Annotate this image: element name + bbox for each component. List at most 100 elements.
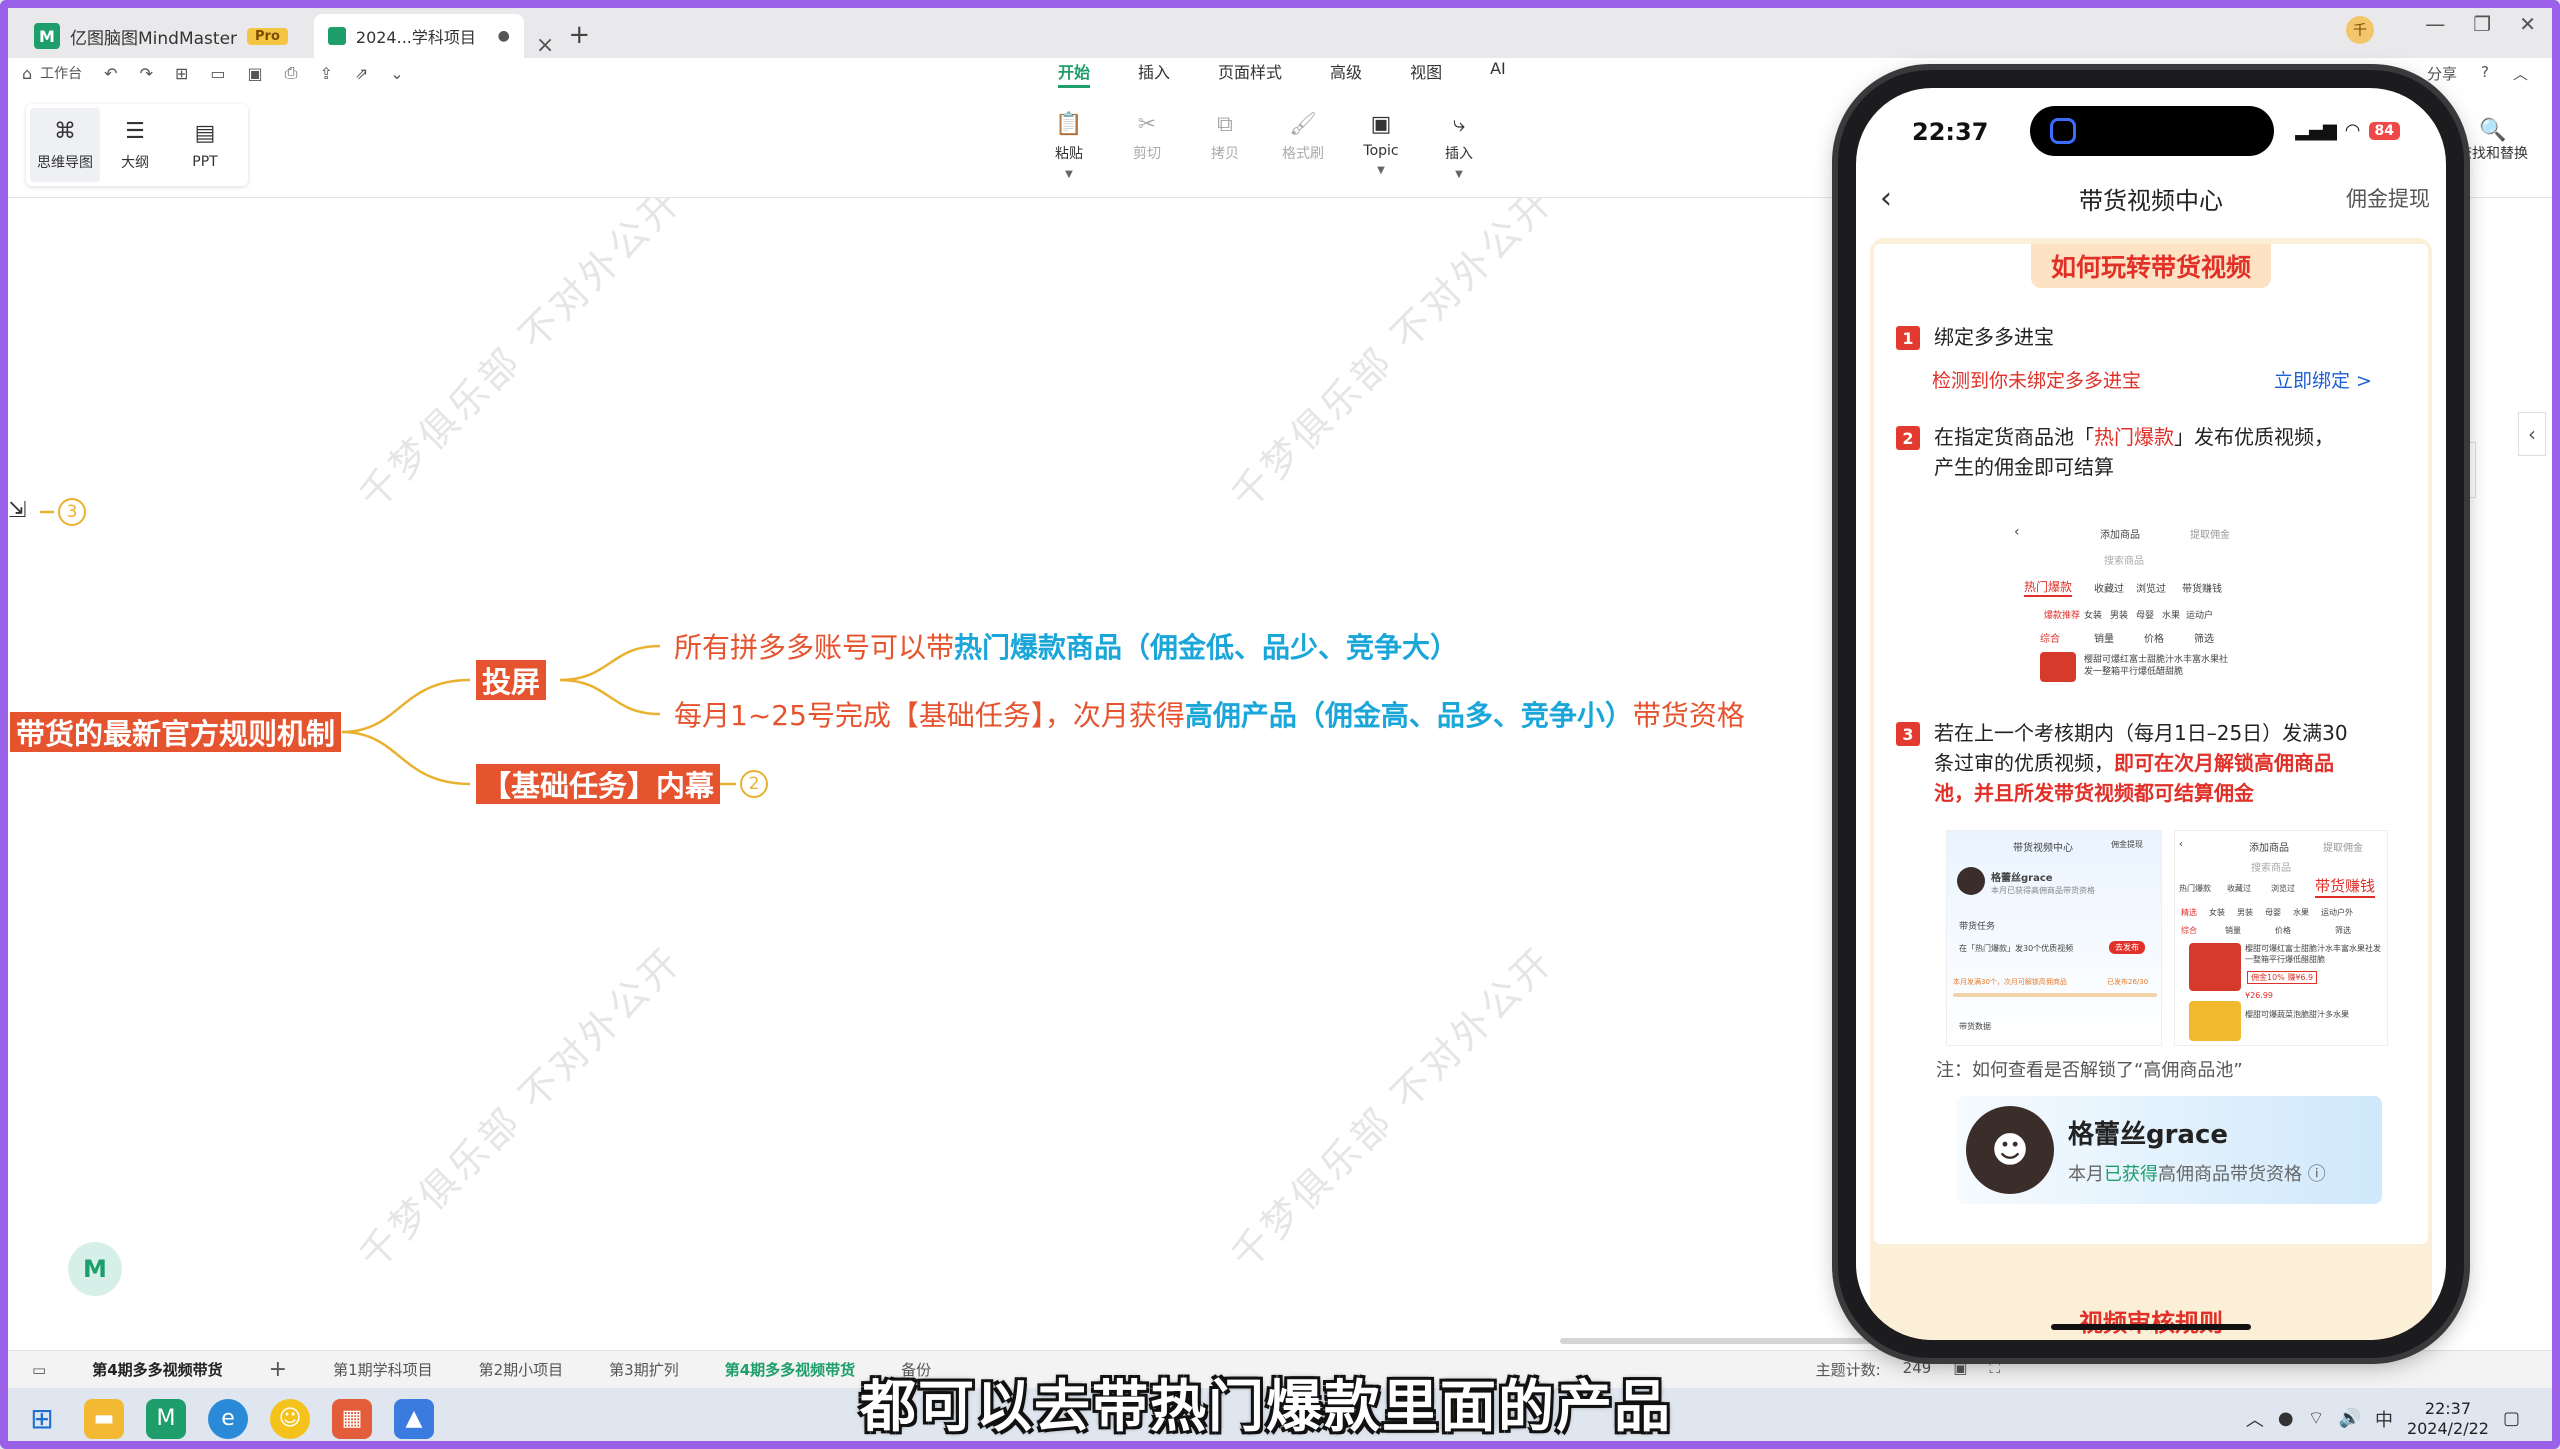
topic-button[interactable]: ▣ Topic ▼: [1356, 112, 1406, 180]
mini-tab: 收藏过: [2094, 584, 2124, 595]
new-tab-button[interactable]: +: [568, 20, 590, 50]
mini-product-image: [2189, 1001, 2241, 1041]
central-topic[interactable]: 带货的最新官方规则机制: [10, 712, 342, 752]
office-app-icon[interactable]: ▦: [332, 1398, 372, 1439]
home-icon[interactable]: ⌂: [22, 64, 32, 83]
add-page-icon[interactable]: +: [269, 1357, 287, 1382]
tab-advanced[interactable]: 高级: [1330, 59, 1362, 88]
ime-indicator[interactable]: 中: [2375, 1406, 2393, 1432]
bind-now-link[interactable]: 立即绑定 >: [2274, 366, 2372, 393]
print-icon[interactable]: ⎙: [285, 63, 298, 83]
more-chevron-icon[interactable]: ⌄: [390, 64, 403, 83]
view-outline-button[interactable]: ☰ 大纲: [100, 108, 170, 182]
example-screenshot-earn-tab: ‹ 添加商品 提取佣金 搜索商品 带货赚钱 热门爆款 收藏过 浏览过 精选 女装…: [2174, 830, 2388, 1046]
document-tab[interactable]: 2024...学科项目 ●: [313, 14, 524, 58]
page-tab-active[interactable]: 第4期多多视频带货: [725, 1359, 855, 1380]
save-icon[interactable]: ▣: [248, 64, 263, 83]
leaf-high-commission[interactable]: 每月1~25号完成【基础任务】，次月获得高佣产品（佣金高、品多、竞争小）带货资格: [674, 694, 1745, 734]
insert-button[interactable]: ⤷ 插入 ▼: [1434, 112, 1484, 180]
format-painter-button[interactable]: 🖌 格式刷: [1278, 112, 1328, 180]
workspace-label[interactable]: 工作台: [40, 63, 82, 83]
mini-tab: 提取佣金: [2323, 843, 2363, 854]
clock-date: 2024/2/22: [2406, 1418, 2489, 1438]
subtopic-basic-task[interactable]: 【基础任务】内幕: [476, 764, 721, 804]
tab-ai[interactable]: AI: [1490, 59, 1506, 88]
maximize-icon[interactable]: ❐: [2473, 12, 2491, 36]
mini-name: 格蕾丝grace: [1991, 873, 2053, 884]
app-tab[interactable]: M 亿图脑图MindMaster Pro: [16, 14, 306, 58]
minimize-icon[interactable]: —: [2425, 12, 2445, 36]
collapsed-count-badge[interactable]: 2: [740, 770, 768, 798]
user-avatar[interactable]: 千: [2346, 16, 2374, 44]
step-number: 2: [1896, 426, 1920, 450]
profile-card: ☻ 格蕾丝grace 本月已获得高佣商品带货资格 ⓘ: [1956, 1096, 2382, 1204]
collapse-ribbon-icon[interactable]: ︿: [2513, 63, 2528, 84]
page-tab[interactable]: 第3期扩列: [609, 1359, 679, 1380]
sidebar-toggle-icon[interactable]: ‹: [2518, 412, 2546, 456]
share-file-icon[interactable]: ⇗: [355, 64, 368, 83]
insert-label: 插入: [1445, 146, 1473, 162]
copy-button[interactable]: ⧉ 拷贝: [1200, 112, 1250, 180]
page-tab-current[interactable]: 第4期多多视频带货: [92, 1359, 222, 1380]
video-subtitle: 都可以去带热门爆款里面的产品: [860, 1375, 1672, 1440]
chevron-down-icon: ▼: [1065, 169, 1073, 180]
mindmaster-taskbar-icon[interactable]: M: [146, 1398, 186, 1439]
view-ppt-button[interactable]: ▤ PPT: [170, 108, 240, 182]
new-file-icon[interactable]: ⊞: [175, 64, 188, 83]
windows-start-icon[interactable]: ⊞: [22, 1399, 62, 1439]
subtopic-screencast[interactable]: 投屏: [476, 660, 547, 700]
volume-icon[interactable]: 🔊: [2339, 1408, 2361, 1429]
open-folder-icon[interactable]: ▭: [210, 64, 225, 83]
page-tab[interactable]: 第1期学科项目: [333, 1359, 433, 1380]
commission-withdraw-link[interactable]: 佣金提现: [2346, 183, 2430, 213]
mini-filter: 男装: [2237, 908, 2253, 917]
phone-page-title: 带货视频中心: [2079, 186, 2223, 215]
guide-card-title: 如何玩转带货视频: [2030, 244, 2272, 288]
help-circle-icon[interactable]: ⓘ: [2308, 1164, 2326, 1185]
fit-screen-icon[interactable]: ⛶: [1989, 1359, 2000, 1380]
view-mindmap-button[interactable]: ⌘ 思维导图: [30, 108, 100, 182]
tab-page-style[interactable]: 页面样式: [1218, 59, 1282, 88]
mini-sort: 销量: [2094, 634, 2114, 645]
wechat-tray-icon[interactable]: ●: [2278, 1408, 2294, 1429]
page-list-icon[interactable]: ▭: [32, 1361, 46, 1379]
cut-button[interactable]: ✂ 剪切: [1122, 112, 1172, 180]
mini-sort: 价格: [2144, 634, 2164, 645]
help-icon[interactable]: ?: [2481, 63, 2489, 84]
tab-view[interactable]: 视图: [1410, 59, 1442, 88]
layout-icon[interactable]: ▣: [1953, 1359, 1967, 1380]
profile-desc-post: 高佣商品带货资格: [2158, 1164, 2302, 1185]
undo-icon[interactable]: ↶: [104, 64, 117, 83]
maps-app-icon[interactable]: ▲: [394, 1398, 434, 1439]
file-explorer-icon[interactable]: ▬: [84, 1398, 124, 1439]
notification-icon[interactable]: ▢: [2503, 1408, 2520, 1429]
tab-insert[interactable]: 插入: [1138, 59, 1170, 88]
close-window-icon[interactable]: ✕: [2519, 12, 2536, 36]
page-tab[interactable]: 第2期小项目: [479, 1359, 564, 1380]
title-bar: M 亿图脑图MindMaster Pro 2024...学科项目 ● × +: [0, 0, 2560, 58]
mini-task-detail: 在「热门爆款」发30个优质视频: [1959, 944, 2074, 953]
network-icon[interactable]: ⌔: [2308, 1407, 2325, 1430]
close-tab-icon[interactable]: ×: [536, 33, 554, 58]
taskbar-clock[interactable]: 22:37 2024/2/22: [2407, 1399, 2489, 1439]
find-replace-button[interactable]: 🔍 查找和替换: [2458, 118, 2528, 163]
share-button[interactable]: 分享: [2427, 63, 2457, 84]
unlock-note: 注：如何查看是否解锁了“高佣商品池”: [1936, 1060, 2243, 1081]
mini-filter: 女装: [2209, 908, 2225, 917]
mini-tab: 收藏过: [2227, 884, 2251, 893]
qq-icon[interactable]: ☺: [270, 1398, 310, 1439]
paste-button[interactable]: 📋 粘贴 ▼: [1044, 112, 1094, 180]
export-icon[interactable]: ⇪: [319, 64, 332, 83]
collapsed-count-badge[interactable]: 3: [58, 498, 86, 526]
tray-expand-icon[interactable]: ︿: [2246, 1406, 2264, 1432]
edge-browser-icon[interactable]: e: [208, 1398, 248, 1439]
phone-time: 22:37: [1912, 118, 1989, 146]
leaf-hot-products[interactable]: 所有拼多多账号可以带热门爆款商品（佣金低、品少、竞争大）: [674, 626, 1458, 666]
leaf-hot-products-highlight: 热门爆款商品（佣金低、品少、竞争大）: [954, 631, 1459, 664]
tab-start[interactable]: 开始: [1058, 59, 1091, 88]
ai-assistant-icon[interactable]: M: [68, 1242, 122, 1296]
phone-nav-bar: ‹ 带货视频中心 佣金提现: [1856, 170, 2446, 226]
next-section-title: 视频审核规则: [2079, 1309, 2223, 1337]
redo-icon[interactable]: ↷: [140, 64, 153, 83]
back-chevron-icon[interactable]: ‹: [1880, 181, 1892, 216]
